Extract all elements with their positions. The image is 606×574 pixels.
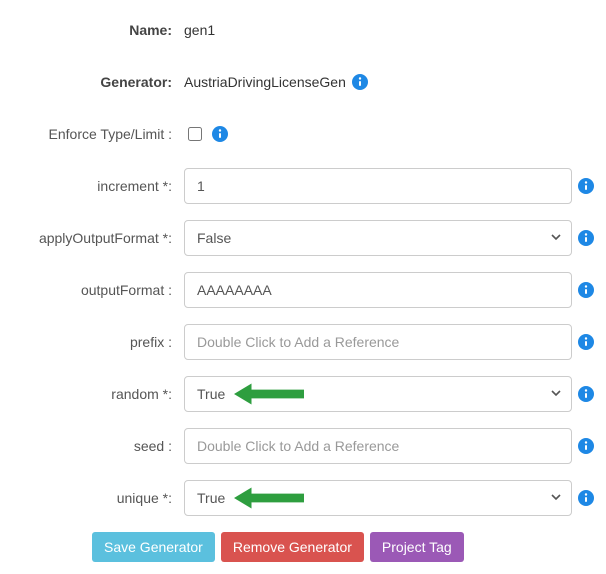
button-row: Save Generator Remove Generator Project … (12, 532, 594, 562)
info-icon[interactable] (578, 282, 594, 298)
label-prefix: prefix : (12, 334, 184, 350)
row-increment: increment *: (12, 168, 594, 204)
label-name: Name: (12, 22, 184, 38)
label-apply-output-format: applyOutputFormat *: (12, 230, 184, 246)
row-generator: Generator: AustriaDrivingLicenseGen (12, 64, 594, 100)
prefix-input[interactable] (184, 324, 572, 360)
label-enforce: Enforce Type/Limit : (12, 126, 184, 142)
label-random: random *: (12, 386, 184, 402)
value-generator: AustriaDrivingLicenseGen (184, 74, 346, 90)
row-enforce: Enforce Type/Limit : (12, 116, 594, 152)
label-increment: increment *: (12, 178, 184, 194)
increment-input[interactable] (184, 168, 572, 204)
random-select[interactable]: True (184, 376, 572, 412)
label-seed: seed : (12, 438, 184, 454)
output-format-input[interactable] (184, 272, 572, 308)
project-tag-button[interactable]: Project Tag (370, 532, 464, 562)
label-output-format: outputFormat : (12, 282, 184, 298)
row-random: random *: True (12, 376, 594, 412)
save-button[interactable]: Save Generator (92, 532, 215, 562)
enforce-checkbox[interactable] (188, 127, 202, 141)
info-icon[interactable] (578, 230, 594, 246)
row-prefix: prefix : (12, 324, 594, 360)
row-name: Name: gen1 (12, 12, 594, 48)
row-seed: seed : (12, 428, 594, 464)
info-icon[interactable] (352, 74, 368, 90)
label-generator: Generator: (12, 74, 184, 90)
remove-button[interactable]: Remove Generator (221, 532, 364, 562)
info-icon[interactable] (578, 386, 594, 402)
info-icon[interactable] (578, 438, 594, 454)
info-icon[interactable] (578, 334, 594, 350)
unique-select[interactable]: True (184, 480, 572, 516)
seed-input[interactable] (184, 428, 572, 464)
apply-output-format-select[interactable]: False (184, 220, 572, 256)
label-unique: unique *: (12, 490, 184, 506)
info-icon[interactable] (578, 178, 594, 194)
info-icon[interactable] (578, 490, 594, 506)
row-unique: unique *: True (12, 480, 594, 516)
value-name: gen1 (184, 22, 215, 38)
info-icon[interactable] (212, 126, 228, 142)
row-apply-output-format: applyOutputFormat *: False (12, 220, 594, 256)
row-output-format: outputFormat : (12, 272, 594, 308)
